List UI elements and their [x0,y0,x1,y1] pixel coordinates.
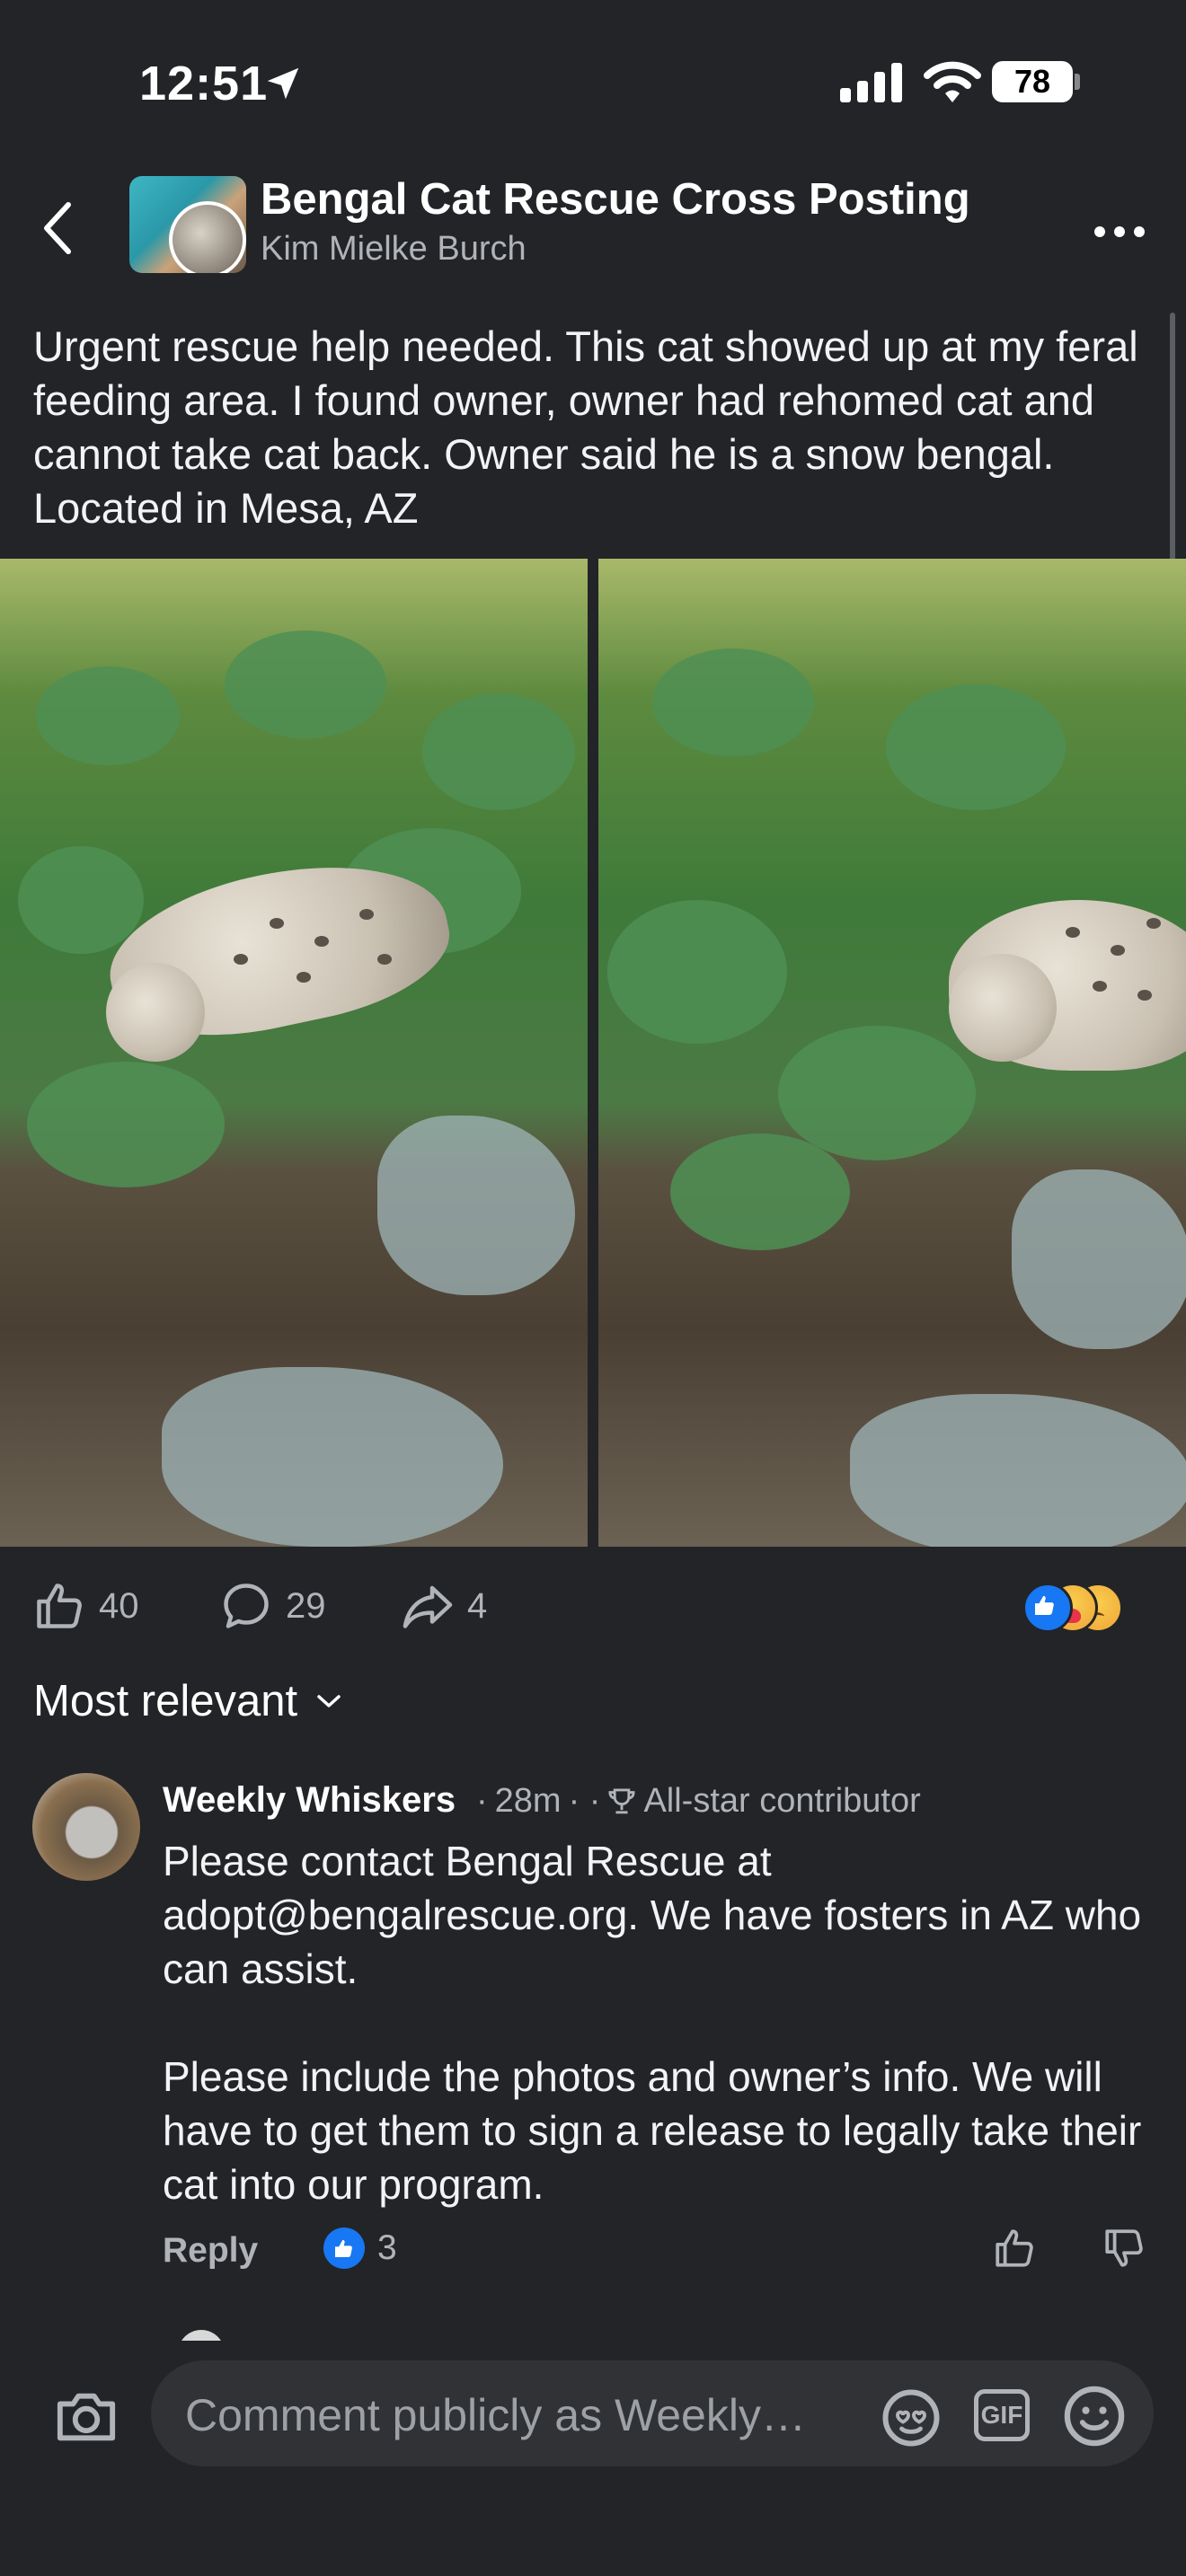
more-options-icon[interactable] [1093,223,1146,241]
like-reaction-icon [1022,1583,1073,1633]
post-photo-left[interactable] [0,559,588,1547]
comment-text: Please contact Bengal Rescue at adopt@be… [163,1838,1142,2208]
share-count: 4 [467,1585,488,1626]
battery-tip [1075,74,1080,90]
share-arrow-icon [403,1585,453,1628]
like-reaction-icon [323,2228,365,2269]
chevron-down-icon [317,1695,341,1707]
thumbs-down-icon[interactable] [1102,2226,1146,2271]
group-title[interactable]: Bengal Cat Rescue Cross Posting [261,174,970,225]
like-button[interactable]: 40 [32,1579,139,1633]
back-chevron-icon[interactable] [41,201,74,255]
status-time: 12:51 [139,57,269,110]
commenter-name[interactable]: Weekly Whiskers [163,1780,456,1821]
post-author[interactable]: Kim Mielke Burch [261,230,527,269]
comment-time: 28m [494,1782,562,1820]
trophy-icon [608,1787,635,1813]
comment-button[interactable]: 29 [219,1579,326,1633]
location-arrow-icon [267,67,299,100]
post-text: Urgent rescue help needed. This cat show… [33,322,1138,532]
avatar-sticker-icon[interactable] [879,2386,943,2450]
group-avatar-cat [169,201,246,273]
like-count: 40 [99,1585,139,1626]
comment-count: 29 [286,1585,326,1626]
gif-button[interactable]: GIF [974,2389,1030,2441]
thumbs-up-icon [37,1584,82,1628]
comment-meta: · 28m · · All-star contributor [476,1782,921,1820]
comment-like-count: 3 [377,2228,397,2267]
scrollbar[interactable] [1170,313,1175,573]
commenter-avatar[interactable] [32,1773,140,1881]
group-avatar[interactable] [129,176,246,273]
wifi-icon [924,61,981,102]
cellular-signal-icon [840,63,902,102]
post-photo-right[interactable] [598,559,1186,1547]
reply-button[interactable]: Reply [163,2231,258,2271]
battery-indicator: 78 [992,61,1073,102]
thumbs-up-icon[interactable] [992,2226,1037,2271]
camera-icon[interactable] [52,2386,120,2448]
contributor-badge: All-star contributor [643,1782,921,1820]
sort-label: Most relevant [33,1677,298,1725]
comment-placeholder: Comment publicly as Weekly… [185,2390,806,2440]
smiley-icon[interactable] [1060,2382,1128,2450]
comment-reaction-count[interactable]: 3 [323,2228,397,2269]
comment-bubble-icon [224,1584,269,1628]
share-button[interactable]: 4 [401,1579,487,1633]
comment-sort-dropdown[interactable]: Most relevant [33,1676,342,1726]
reaction-summary[interactable] [1022,1583,1123,1633]
